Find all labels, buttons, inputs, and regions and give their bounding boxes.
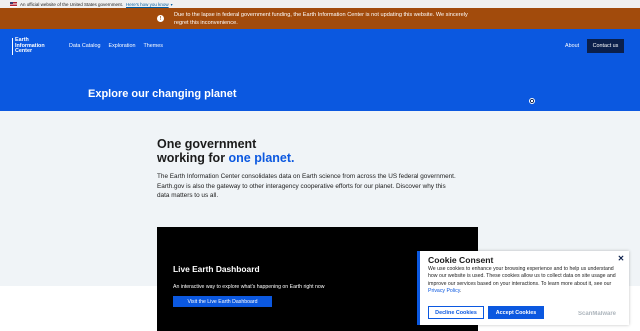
nav-themes[interactable]: Themes — [143, 43, 162, 49]
dashboard-title: Live Earth Dashboard — [173, 264, 260, 274]
earth-information-center-logo[interactable]: Earth Information Center — [12, 37, 45, 55]
decline-cookies-button[interactable]: Decline Cookies — [428, 306, 484, 319]
cookie-text: We use cookies to enhance your browsing … — [428, 266, 616, 295]
heres-how-you-know-link[interactable]: Here's how you know — [126, 2, 169, 7]
intro-paragraph: The Earth Information Center consolidate… — [157, 173, 456, 199]
main-nav: Data Catalog Exploration Themes — [69, 43, 163, 49]
gov-banner-text: An official website of the United States… — [20, 1, 122, 7]
gov-banner: An official website of the United States… — [0, 0, 640, 8]
pause-icon[interactable] — [529, 98, 535, 104]
us-flag-icon — [10, 1, 17, 7]
close-icon[interactable]: ✕ — [617, 255, 625, 263]
visit-dashboard-button[interactable]: Visit the Live Earth Dashboard — [173, 296, 272, 307]
cookie-title: Cookie Consent — [428, 255, 494, 265]
nav-about[interactable]: About — [565, 43, 579, 49]
dashboard-subtitle: An interactive way to explore what's hap… — [173, 284, 325, 290]
alert-icon: ! — [157, 15, 164, 22]
nav-data-catalog[interactable]: Data Catalog — [69, 43, 100, 49]
site-header: Earth Information Center Data Catalog Ex… — [0, 29, 640, 111]
hero-title: Explore our changing planet — [88, 88, 237, 100]
accept-cookies-button[interactable]: Accept Cookies — [488, 306, 544, 319]
page-heading: One government working for one planet. — [157, 137, 295, 165]
scanmalware-watermark: ScanMalware — [578, 311, 617, 317]
chevron-down-icon[interactable]: ▾ — [171, 2, 173, 7]
alert-text: Due to the lapse in federal government f… — [174, 11, 468, 26]
privacy-policy-link[interactable]: Privacy Policy — [428, 288, 460, 294]
contact-us-button[interactable]: Contact us — [587, 39, 624, 53]
nav-exploration[interactable]: Exploration — [108, 43, 135, 49]
heading-accent: one planet. — [228, 151, 295, 165]
shutdown-alert: ! Due to the lapse in federal government… — [0, 8, 640, 29]
